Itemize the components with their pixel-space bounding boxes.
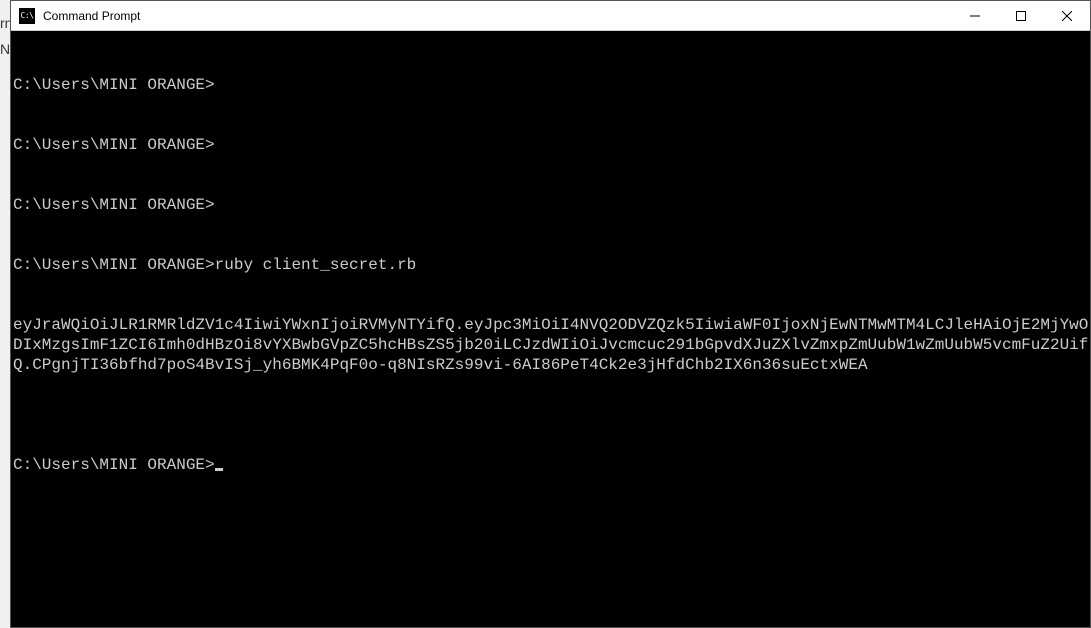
window-controls bbox=[952, 1, 1090, 30]
maximize-button[interactable] bbox=[998, 1, 1044, 30]
command-prompt-window: C:\ Command Prompt C:\Users\MINI ORANGE>… bbox=[10, 0, 1091, 628]
cursor-icon bbox=[215, 468, 223, 471]
terminal-line: C:\Users\MINI ORANGE> bbox=[13, 195, 1090, 215]
terminal-line: eyJraWQiOiJLR1RMRldZV1c4IiwiYWxnIjoiRVMy… bbox=[13, 315, 1090, 375]
terminal-line: C:\Users\MINI ORANGE> bbox=[13, 135, 1090, 155]
window-title: Command Prompt bbox=[43, 9, 952, 23]
minimize-button[interactable] bbox=[952, 1, 998, 30]
cmd-icon: C:\ bbox=[19, 8, 35, 24]
terminal-prompt: C:\Users\MINI ORANGE> bbox=[13, 455, 1090, 475]
terminal-output[interactable]: C:\Users\MINI ORANGE> C:\Users\MINI ORAN… bbox=[11, 31, 1090, 627]
close-button[interactable] bbox=[1044, 1, 1090, 30]
terminal-line: C:\Users\MINI ORANGE> bbox=[13, 75, 1090, 95]
titlebar[interactable]: C:\ Command Prompt bbox=[11, 1, 1090, 31]
terminal-line: C:\Users\MINI ORANGE>ruby client_secret.… bbox=[13, 255, 1090, 275]
